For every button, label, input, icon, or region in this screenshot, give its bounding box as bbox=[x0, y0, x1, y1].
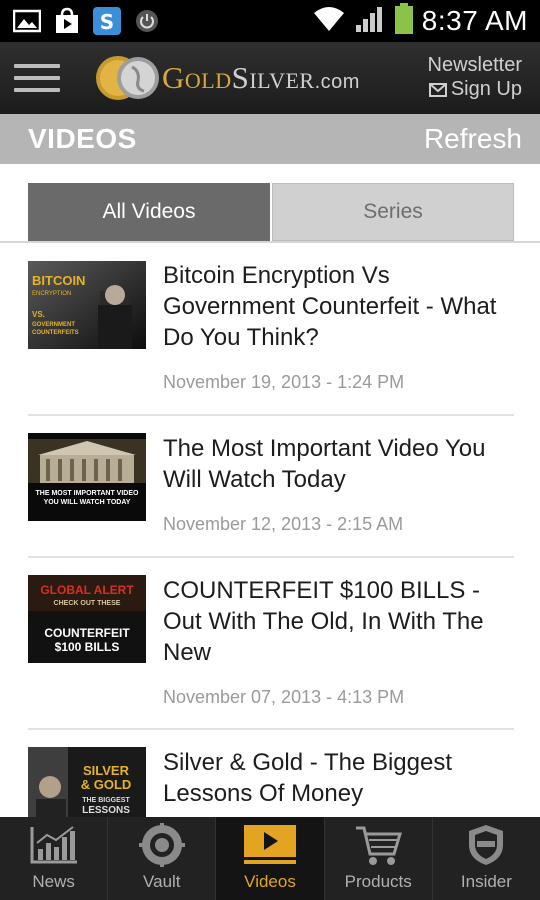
tab-all-videos[interactable]: All Videos bbox=[28, 183, 270, 241]
video-thumbnail: BITCOIN ENCRYPTION VS. GOVERNMENT COUNTE… bbox=[28, 261, 146, 349]
nav-products[interactable]: Products bbox=[325, 817, 433, 900]
shield-icon bbox=[466, 822, 506, 868]
app-header: GoldSilver.com Newsletter Sign Up bbox=[0, 42, 540, 114]
status-time: 8:37 AM bbox=[421, 5, 528, 36]
power-icon bbox=[132, 7, 162, 35]
thumb-text: GOVERNMENT bbox=[32, 322, 75, 328]
video-date: November 07, 2013 - 4:13 PM bbox=[163, 687, 405, 707]
list-item[interactable]: BITCOIN ENCRYPTION VS. GOVERNMENT COUNTE… bbox=[0, 243, 540, 392]
video-title: Silver & Gold - The Biggest Lessons Of M… bbox=[163, 749, 453, 807]
shazam-icon: S bbox=[92, 7, 122, 35]
video-list[interactable]: BITCOIN ENCRYPTION VS. GOVERNMENT COUNTE… bbox=[0, 243, 540, 817]
list-item[interactable]: SILVER & GOLD THE BIGGEST LESSONS Silver… bbox=[0, 730, 540, 817]
video-date: November 12, 2013 - 2:15 AM bbox=[163, 514, 404, 534]
page-title: VIDEOS bbox=[28, 123, 137, 154]
thumb-text: VS. bbox=[32, 310, 45, 319]
signal-icon bbox=[354, 5, 386, 37]
list-item[interactable]: GLOBAL ALERT CHECK OUT THESE COUNTERFEIT… bbox=[0, 558, 540, 728]
video-title: COUNTERFEIT $100 BILLS - Out With The Ol… bbox=[163, 577, 484, 666]
thumb-text: BITCOIN bbox=[32, 273, 85, 288]
thumb-text: GLOBAL ALERT bbox=[40, 583, 134, 597]
logo-domain: .com bbox=[314, 71, 360, 93]
video-thumbnail: SILVER & GOLD THE BIGGEST LESSONS bbox=[28, 747, 146, 817]
wifi-icon bbox=[312, 5, 346, 37]
vault-icon bbox=[138, 822, 185, 868]
thumb-text: $100 BILLS bbox=[55, 640, 120, 654]
newsletter-label: Newsletter bbox=[427, 54, 522, 76]
video-title: The Most Important Video You Will Watch … bbox=[163, 435, 486, 493]
chart-icon bbox=[29, 822, 79, 868]
nav-label: News bbox=[32, 872, 75, 891]
logo-text: GoldSilver.com bbox=[162, 60, 360, 96]
refresh-button[interactable]: Refresh bbox=[424, 123, 540, 155]
thumb-text: THE BIGGEST bbox=[82, 797, 130, 804]
video-tabs: All Videos Series bbox=[28, 183, 514, 241]
video-date: November 19, 2013 - 1:24 PM bbox=[163, 372, 405, 392]
signup-label: Sign Up bbox=[450, 78, 522, 100]
goldsilver-logo[interactable]: GoldSilver.com bbox=[94, 53, 360, 103]
coins-icon bbox=[94, 53, 160, 103]
logo-silver: Silver bbox=[231, 60, 315, 95]
thumb-text: THE MOST IMPORTANT VIDEO bbox=[36, 490, 139, 497]
thumb-text: & GOLD bbox=[81, 777, 132, 792]
thumb-text: COUNTERFEIT bbox=[44, 626, 130, 640]
nav-label: Insider bbox=[460, 872, 512, 891]
video-title: Bitcoin Encryption Vs Government Counter… bbox=[163, 262, 497, 351]
play-store-icon bbox=[52, 7, 82, 35]
battery-icon bbox=[394, 3, 414, 39]
list-item[interactable]: THE MOST IMPORTANT VIDEO YOU WILL WATCH … bbox=[0, 416, 540, 556]
nav-news[interactable]: News bbox=[0, 817, 109, 900]
nav-label: Products bbox=[344, 872, 412, 891]
thumb-text: ENCRYPTION bbox=[32, 291, 71, 297]
video-icon bbox=[243, 822, 297, 868]
thumb-text: LESSONS bbox=[82, 805, 130, 816]
gallery-icon bbox=[12, 7, 42, 35]
thumb-text: CHECK OUT THESE bbox=[54, 600, 121, 607]
hamburger-menu-icon[interactable] bbox=[0, 42, 74, 114]
tab-series[interactable]: Series bbox=[272, 183, 514, 241]
mail-icon bbox=[428, 79, 447, 103]
video-thumbnail: THE MOST IMPORTANT VIDEO YOU WILL WATCH … bbox=[28, 433, 146, 521]
cart-icon bbox=[354, 822, 403, 868]
thumb-text: SILVER bbox=[83, 763, 130, 778]
logo-gold: Gold bbox=[162, 60, 232, 95]
svg-text:S: S bbox=[100, 10, 114, 34]
bottom-navigation: News Vault Videos Products Insider bbox=[0, 817, 540, 900]
nav-videos[interactable]: Videos bbox=[216, 817, 325, 900]
nav-vault[interactable]: Vault bbox=[108, 817, 217, 900]
nav-insider[interactable]: Insider bbox=[433, 817, 540, 900]
nav-label: Vault bbox=[143, 872, 181, 891]
nav-label: Videos bbox=[244, 872, 296, 891]
status-bar: S 8:37 AM bbox=[0, 0, 540, 42]
thumb-text: COUNTERFEITS bbox=[32, 330, 79, 336]
newsletter-signup-button[interactable]: Newsletter Sign Up bbox=[428, 53, 540, 103]
video-thumbnail: GLOBAL ALERT CHECK OUT THESE COUNTERFEIT… bbox=[28, 575, 146, 663]
thumb-text: YOU WILL WATCH TODAY bbox=[44, 499, 131, 506]
section-bar: VIDEOS Refresh bbox=[0, 114, 540, 164]
